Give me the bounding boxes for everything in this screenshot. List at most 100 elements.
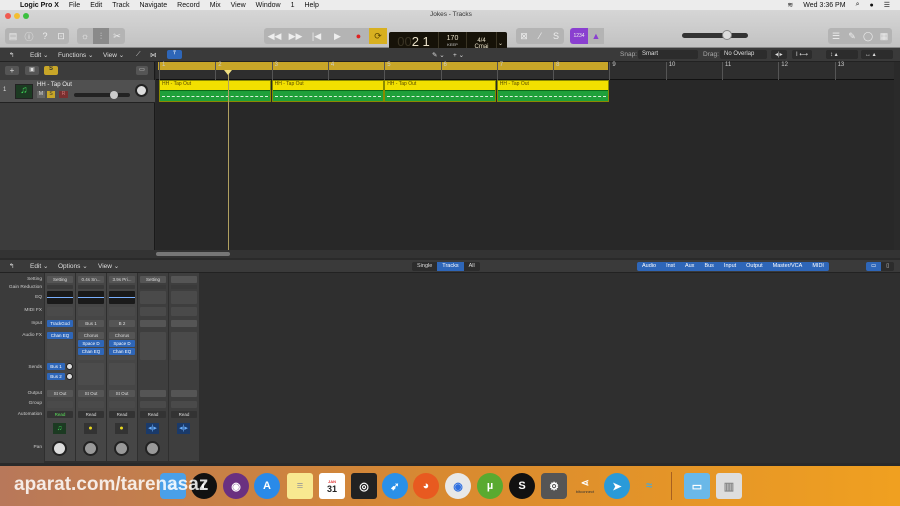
menu-1[interactable]: 1 — [291, 2, 295, 9]
eq-thumbnail[interactable] — [171, 291, 197, 304]
disk-utility-icon[interactable]: ◎ — [351, 473, 377, 499]
track-header-row[interactable]: 1 ♫ HH - Tap Out M S R — [0, 80, 155, 103]
ruler-bar-12[interactable]: 12 — [778, 62, 788, 80]
audio-fx-empty[interactable] — [171, 332, 197, 360]
output-slot[interactable]: St Out — [109, 390, 135, 397]
flex-icon[interactable]: ⋈ — [150, 51, 157, 59]
note-pad-icon[interactable]: ✎ — [844, 28, 860, 44]
snap-select[interactable]: Smart — [638, 50, 698, 59]
input-slot[interactable]: B 2 — [109, 320, 135, 327]
mixer-options-menu[interactable]: Options ⌄ — [58, 262, 88, 270]
master-volume-slider[interactable] — [682, 30, 748, 40]
output-slot[interactable]: St Out — [47, 390, 73, 397]
horizontal-zoom-slider[interactable]: ↔ ▴ — [861, 50, 893, 59]
record-enable-button[interactable]: R — [59, 91, 68, 98]
automation-mode[interactable]: Read — [171, 411, 197, 418]
pencil-tool-icon[interactable]: + ⌄ — [453, 51, 464, 59]
eq-thumbnail[interactable] — [109, 291, 135, 304]
cycle-region[interactable] — [158, 62, 608, 70]
mixer-view-menu[interactable]: View ⌄ — [98, 262, 119, 270]
safari-icon[interactable]: ➹ — [382, 473, 408, 499]
midi-region[interactable]: HH - Tap Out — [384, 80, 497, 102]
mode-tracks[interactable]: Tracks — [437, 262, 464, 271]
replace-icon[interactable]: ⊠ — [516, 28, 532, 44]
back-icon[interactable]: ↰ — [9, 51, 14, 59]
menu-record[interactable]: Record — [177, 2, 200, 9]
horizontal-scrollbar[interactable] — [0, 250, 900, 258]
mixer-edit-menu[interactable]: Edit ⌄ — [30, 262, 48, 270]
app-store-icon[interactable]: A — [254, 473, 280, 499]
send-slot[interactable]: Bus 1 — [47, 363, 65, 370]
input-slot[interactable] — [171, 320, 197, 327]
calendar-icon[interactable]: JAN 31 — [319, 473, 345, 499]
dolphin-icon[interactable]: ≈ — [636, 473, 662, 499]
catch-playhead-icon[interactable]: ⫯ — [167, 50, 182, 59]
solo-icon[interactable]: S — [548, 28, 564, 44]
send-slot[interactable]: Bus 2 — [47, 373, 65, 380]
filter-inst[interactable]: Inst — [661, 262, 680, 271]
fast-forward-icon[interactable]: ▶▶ — [285, 28, 306, 44]
downloads-folder-icon[interactable]: ▭ — [684, 473, 710, 499]
inspector-icon[interactable]: ⓘ — [21, 28, 37, 44]
notification-center-icon[interactable]: ☰ — [884, 1, 890, 9]
ruler-bar-9[interactable]: 9 — [609, 62, 616, 80]
menu-window[interactable]: Window — [256, 2, 281, 9]
fit-vertical-icon[interactable]: I ⟷ — [792, 50, 812, 59]
menu-edit[interactable]: Edit — [90, 2, 102, 9]
track-volume-slider[interactable] — [74, 91, 130, 99]
menu-mix[interactable]: Mix — [210, 2, 221, 9]
mode-all[interactable]: All — [463, 262, 480, 271]
menu-help[interactable]: Help — [304, 2, 318, 9]
pan-knob[interactable] — [114, 441, 129, 456]
mode-single[interactable]: Single — [412, 262, 438, 271]
global-tracks-icon[interactable]: ▭ — [136, 66, 148, 75]
add-track-button[interactable]: + — [5, 66, 19, 75]
midi-fx-slot[interactable] — [109, 307, 135, 316]
midi-region[interactable]: HH - Tap Out — [496, 80, 609, 102]
narrow-strips-icon[interactable]: ▭ — [866, 262, 882, 271]
tracks-area[interactable]: 1 2 3 4 5 6 7 8 9 10 11 12 13 HH - Tap Out HH - Tap O… — [156, 62, 894, 250]
automation-mode[interactable]: Read — [109, 411, 135, 418]
input-slot[interactable] — [140, 320, 166, 327]
pan-knob[interactable] — [83, 441, 98, 456]
view-menu[interactable]: View ⌄ — [103, 51, 124, 59]
scrollbar-thumb[interactable] — [156, 252, 230, 256]
audio-fx-empty[interactable] — [109, 356, 135, 360]
quick-help-icon[interactable]: ? — [37, 28, 53, 44]
ruler-bar-10[interactable]: 10 — [665, 62, 675, 80]
group-slot[interactable] — [47, 401, 73, 408]
filter-bus[interactable]: Bus — [699, 262, 719, 271]
midi-region[interactable]: HH - Tap Out — [159, 80, 271, 102]
automation-mode[interactable]: Read — [140, 411, 166, 418]
loop-browser-icon[interactable]: ◯ — [860, 28, 876, 44]
setting-button[interactable]: 0.4s Sn... — [78, 276, 104, 283]
menu-track[interactable]: Track — [112, 2, 129, 9]
drag-select[interactable]: No Overlap — [720, 50, 767, 59]
track-name[interactable]: HH - Tap Out — [37, 82, 72, 88]
toolbar-icon[interactable]: ⊡ — [53, 28, 69, 44]
automation-mode[interactable]: Read — [47, 411, 73, 418]
functions-menu[interactable]: Functions ⌄ — [58, 51, 93, 59]
play-icon[interactable]: ▶ — [327, 28, 348, 44]
group-slot[interactable] — [140, 401, 166, 408]
metronome-icon[interactable]: ▲ — [588, 28, 604, 44]
sends-empty[interactable] — [109, 363, 135, 385]
ruler-bar-3[interactable]: 3 — [271, 62, 278, 80]
pan-knob[interactable] — [135, 84, 148, 97]
utorrent-icon[interactable]: µ — [477, 473, 503, 499]
chrome-icon[interactable]: ◉ — [445, 473, 471, 499]
ruler-bar-2[interactable]: 2 — [215, 62, 222, 80]
midi-fx-slot[interactable] — [78, 307, 104, 316]
ruler-bar-7[interactable]: 7 — [496, 62, 503, 80]
ruler-bar-5[interactable]: 5 — [384, 62, 391, 80]
audio-fx-empty[interactable] — [47, 340, 73, 360]
browsers-icon[interactable]: ▦ — [876, 28, 892, 44]
audio-fx-slot[interactable]: Chan EQ — [47, 332, 73, 339]
audio-fx-empty[interactable] — [140, 332, 166, 360]
setting-button[interactable]: 3.9s Pri... — [109, 276, 135, 283]
list-editors-icon[interactable]: ☰ — [828, 28, 844, 44]
group-slot[interactable] — [109, 401, 135, 408]
group-slot[interactable] — [78, 401, 104, 408]
vertical-zoom-slider[interactable]: ↕ ▴ — [826, 50, 858, 59]
smart-controls-icon[interactable]: ☼ — [77, 28, 93, 44]
